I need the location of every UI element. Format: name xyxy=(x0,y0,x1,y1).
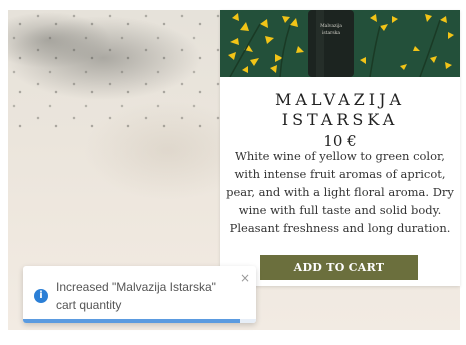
product-name: MALVAZIJA ISTARSKA xyxy=(220,90,460,130)
wine-bottle-with-flowers-image: Malvazija istarska xyxy=(220,10,460,77)
background-texture xyxy=(8,10,220,130)
product-card: Malvazija istarska MALVAZIJA ISTARSKA 10… xyxy=(220,10,460,286)
toast-progress-fill xyxy=(23,319,240,323)
product-name-line-1: MALVAZIJA xyxy=(274,90,406,109)
close-icon[interactable]: × xyxy=(239,272,251,284)
product-description: White wine of yellow to green color, wit… xyxy=(226,149,454,235)
info-icon: i xyxy=(34,289,48,303)
cart-notification-toast: i Increased "Malvazija Istarska" cart qu… xyxy=(23,266,256,323)
svg-text:Malvazija: Malvazija xyxy=(320,23,342,29)
toast-message: Increased "Malvazija Istarska" cart quan… xyxy=(56,280,216,312)
toast-progress-bar xyxy=(23,319,256,323)
add-to-cart-button[interactable]: ADD TO CART xyxy=(260,255,418,280)
product-image: Malvazija istarska xyxy=(220,10,460,77)
product-name-line-2: ISTARSKA xyxy=(281,110,399,129)
svg-text:istarska: istarska xyxy=(322,30,340,36)
